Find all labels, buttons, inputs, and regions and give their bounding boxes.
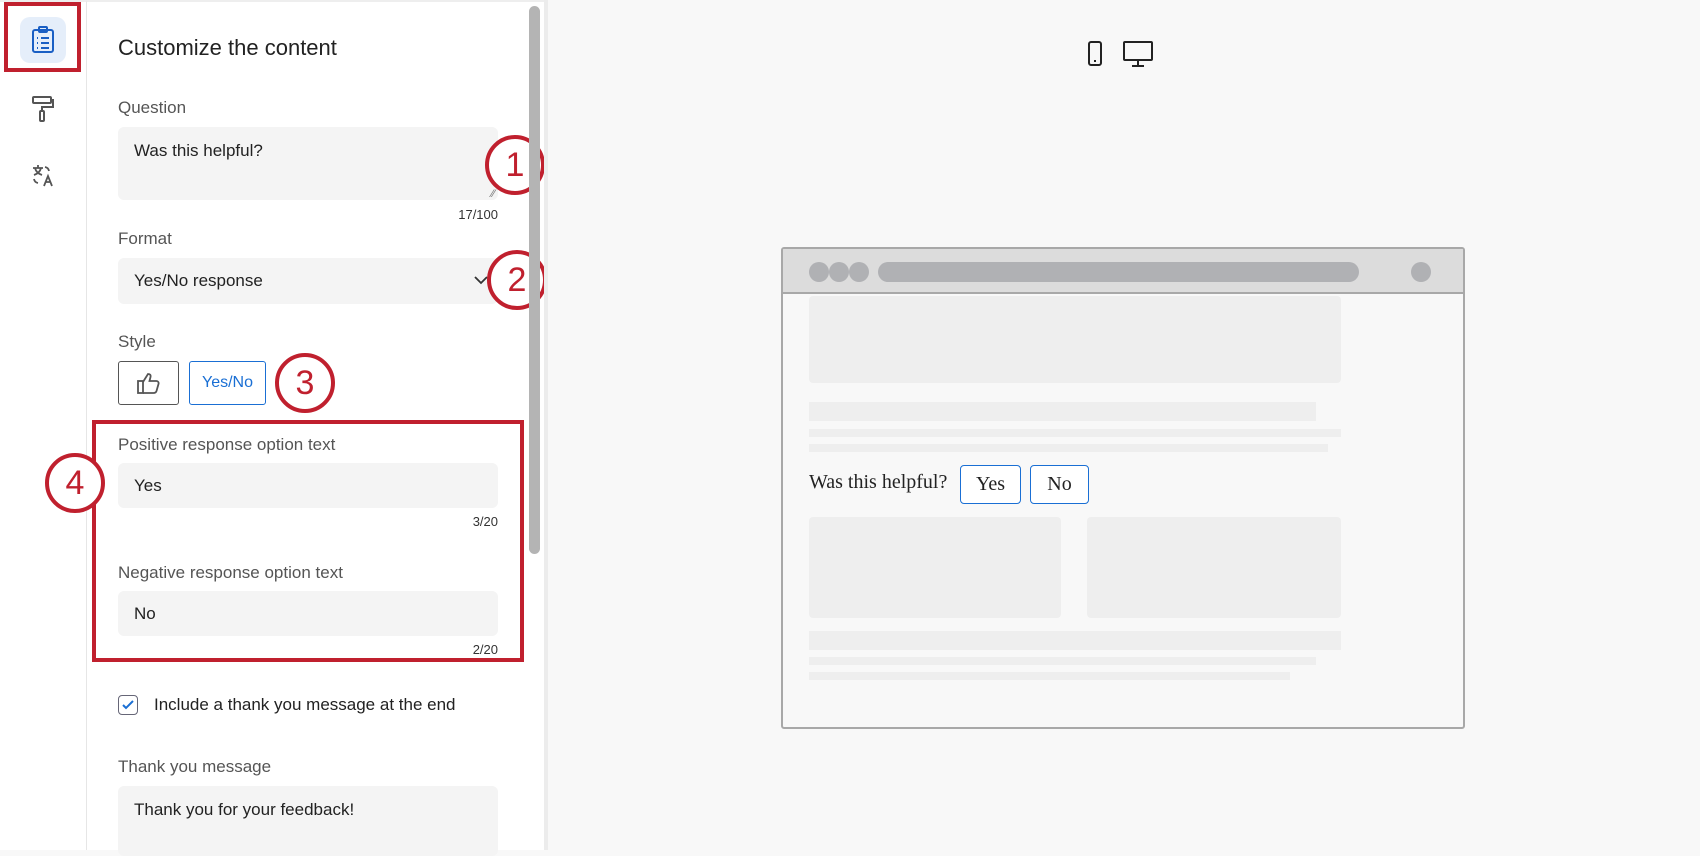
thank-you-checkbox-label[interactable]: Include a thank you message at the end	[154, 695, 455, 715]
window-dot	[849, 262, 869, 282]
annotation-3: 3	[275, 353, 335, 413]
preview-yes-label: Yes	[975, 473, 1006, 495]
mobile-device-icon[interactable]	[1087, 40, 1103, 67]
chevron-down-icon	[474, 276, 488, 285]
positive-value: Yes	[134, 476, 162, 495]
clipboard-list-icon	[32, 26, 54, 53]
format-value: Yes/No response	[134, 271, 263, 290]
style-label: Style	[118, 332, 156, 351]
browser-preview: Was this helpful? Yes No	[781, 247, 1465, 729]
style-yesno-button[interactable]: Yes/No	[189, 361, 266, 405]
thank-message-value: Thank you for your feedback!	[134, 800, 355, 819]
window-dot	[809, 262, 829, 282]
placeholder-block	[809, 296, 1341, 383]
style-yesno-label: Yes/No	[202, 374, 253, 391]
placeholder-block	[809, 517, 1061, 618]
translate-tab[interactable]	[20, 152, 66, 198]
format-select[interactable]: Yes/No response	[118, 258, 498, 304]
style-thumbs-button[interactable]	[118, 361, 179, 405]
negative-value: No	[134, 604, 156, 623]
panel-title: Customize the content	[118, 35, 337, 60]
placeholder-line	[809, 657, 1316, 665]
question-label: Question	[118, 98, 187, 117]
style-tab[interactable]	[20, 86, 66, 132]
negative-label: Negative response option text	[118, 563, 343, 582]
browser-menu-dot	[1411, 262, 1431, 282]
positive-input[interactable]: Yes	[118, 463, 498, 508]
address-bar-fill	[879, 262, 1359, 282]
placeholder-line	[809, 631, 1341, 650]
annotation-4: 4	[45, 453, 105, 513]
positive-count: 3/20	[472, 514, 498, 529]
placeholder-line	[809, 402, 1316, 421]
panel-divider[interactable]	[544, 0, 548, 850]
paint-roller-icon	[32, 96, 54, 122]
translate-icon	[33, 165, 53, 187]
thank-message-label: Thank you message	[118, 757, 272, 776]
preview-yes-button[interactable]: Yes	[960, 465, 1021, 504]
content-tab[interactable]	[20, 17, 66, 63]
desktop-device-icon[interactable]	[1122, 40, 1154, 68]
preview-question: Was this helpful?	[809, 471, 948, 493]
negative-input[interactable]: No	[118, 591, 498, 636]
placeholder-line	[809, 672, 1290, 680]
positive-label: Positive response option text	[118, 435, 336, 454]
question-value: Was this helpful?	[134, 141, 263, 160]
window-dot	[829, 262, 849, 282]
question-count: 17/100	[458, 207, 498, 222]
placeholder-line	[809, 444, 1328, 452]
question-textarea[interactable]: Was this helpful? ⁄⁄	[118, 127, 498, 200]
thank-message-textarea[interactable]: Thank you for your feedback!	[118, 786, 498, 856]
check-icon	[122, 700, 134, 710]
thank-you-checkbox[interactable]	[118, 695, 138, 715]
preview-no-button[interactable]: No	[1030, 465, 1089, 504]
icon-rail	[0, 0, 87, 850]
panel-scrollbar[interactable]	[529, 6, 540, 554]
resize-handle-icon[interactable]: ⁄⁄	[491, 188, 495, 200]
thumbs-up-icon	[136, 373, 160, 394]
placeholder-line	[809, 429, 1341, 437]
format-label: Format	[118, 229, 172, 248]
preview-no-label: No	[1047, 473, 1072, 495]
negative-count: 2/20	[472, 642, 498, 657]
placeholder-block	[1087, 517, 1341, 618]
browser-toolbar	[783, 249, 1463, 294]
